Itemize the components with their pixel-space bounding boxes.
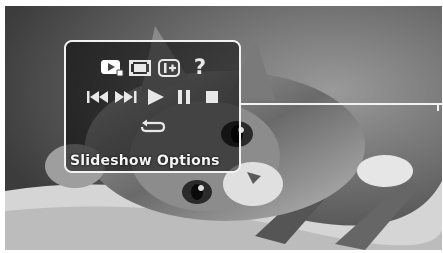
previous-icon[interactable] bbox=[86, 90, 110, 104]
info-icon[interactable] bbox=[158, 58, 180, 78]
slideshow-mode-icon[interactable] bbox=[100, 58, 124, 78]
help-icon[interactable]: ? bbox=[191, 55, 209, 79]
menu-label: Slideshow Options bbox=[70, 153, 220, 169]
menu-leader-line bbox=[241, 103, 442, 105]
menu-leader-line-end bbox=[437, 103, 439, 111]
repeat-icon[interactable] bbox=[140, 119, 166, 135]
play-icon[interactable] bbox=[146, 88, 166, 106]
stop-icon[interactable] bbox=[205, 90, 219, 104]
slide-frame-icon[interactable] bbox=[129, 59, 151, 77]
next-icon[interactable] bbox=[114, 90, 138, 104]
pause-icon[interactable] bbox=[177, 89, 191, 105]
help-glyph: ? bbox=[193, 55, 207, 79]
photo-viewer-screen: ? Slideshow Options bbox=[5, 6, 442, 250]
slideshow-options-menu: ? Slideshow Options bbox=[64, 40, 241, 173]
